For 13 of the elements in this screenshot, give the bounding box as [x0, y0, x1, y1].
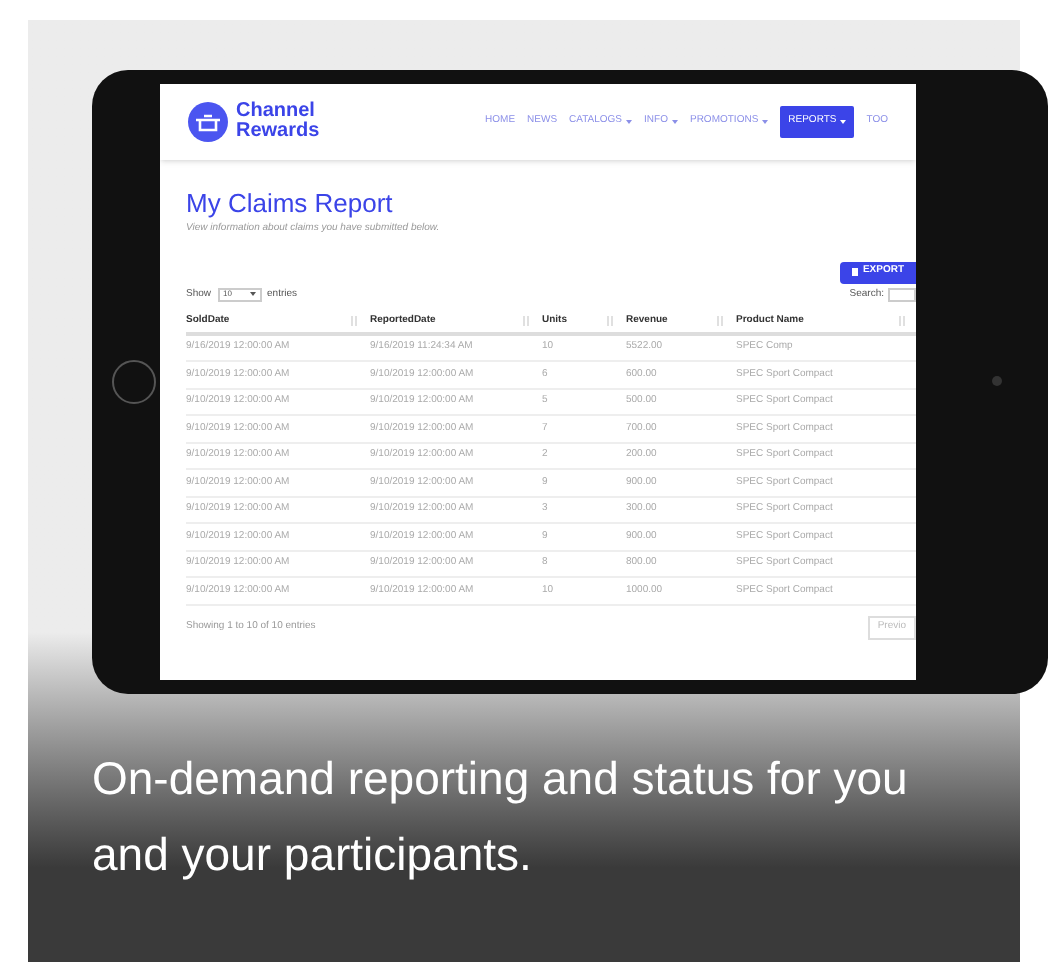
- logo-icon: [188, 102, 228, 142]
- caption: On-demand reporting and status for you and your participants.: [92, 750, 910, 884]
- caret-icon: [840, 120, 847, 124]
- caret-icon: [671, 120, 678, 124]
- file-icon: [852, 268, 859, 276]
- camera-icon: [992, 376, 1002, 386]
- caret-icon: [249, 292, 256, 297]
- caret-icon: [626, 120, 633, 124]
- search-field[interactable]: [888, 287, 916, 302]
- home-button-icon: [112, 360, 156, 404]
- page-title: My Claims Report: [186, 188, 395, 218]
- brand-name: Channel Rewards: [236, 102, 320, 142]
- caret-icon: [762, 120, 769, 124]
